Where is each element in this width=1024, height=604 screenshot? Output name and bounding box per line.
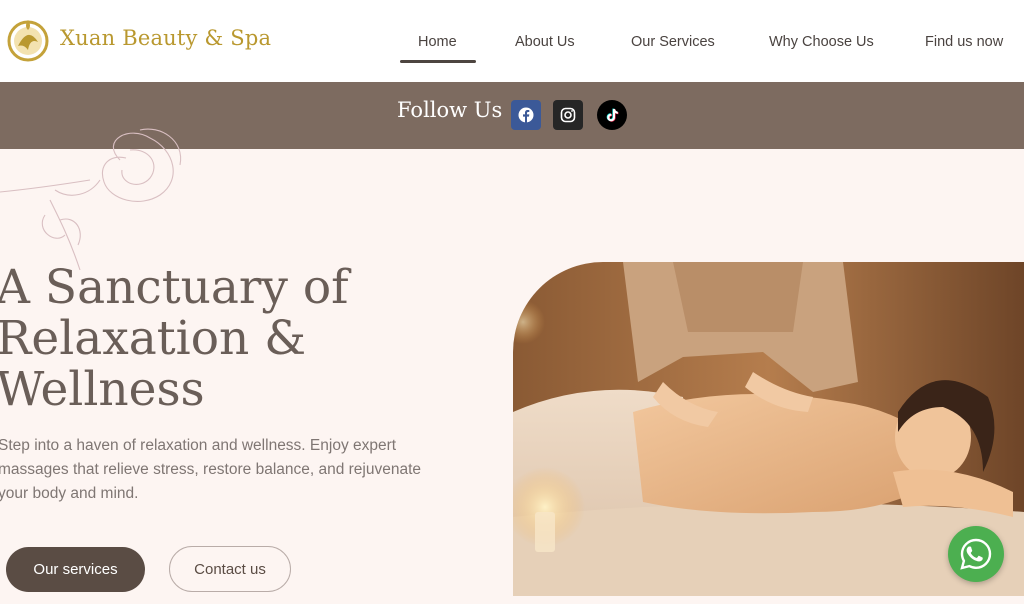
nav-why-choose-us[interactable]: Why Choose Us xyxy=(769,34,874,50)
hero-title-line-2: Relaxation & xyxy=(0,311,307,366)
facebook-icon[interactable] xyxy=(511,100,541,130)
hero-title-line-3: Wellness xyxy=(0,362,205,417)
nav-find-us-now[interactable]: Find us now xyxy=(925,34,1003,50)
site-header: Xuan Beauty & Spa Home About Us Our Serv… xyxy=(0,0,1024,82)
our-services-button[interactable]: Our services xyxy=(6,547,145,592)
nav-our-services[interactable]: Our Services xyxy=(631,34,715,50)
hero-title-line-1: A Sanctuary of xyxy=(0,260,349,315)
main-nav: Home About Us Our Services Why Choose Us… xyxy=(0,0,1024,82)
hero-title: A Sanctuary of Relaxation & Wellness xyxy=(0,262,416,415)
hero-massage-image xyxy=(513,262,1024,596)
nav-about-us[interactable]: About Us xyxy=(515,34,575,50)
active-nav-indicator xyxy=(400,60,476,63)
hero-description: Step into a haven of relaxation and well… xyxy=(0,437,422,502)
contact-us-button[interactable]: Contact us xyxy=(169,546,291,592)
tiktok-icon[interactable] xyxy=(597,100,627,130)
whatsapp-icon[interactable] xyxy=(948,526,1004,582)
nav-home[interactable]: Home xyxy=(418,34,457,50)
instagram-icon[interactable] xyxy=(553,100,583,130)
follow-us-label: Follow Us xyxy=(397,98,503,122)
rose-illustration-icon xyxy=(0,120,200,280)
